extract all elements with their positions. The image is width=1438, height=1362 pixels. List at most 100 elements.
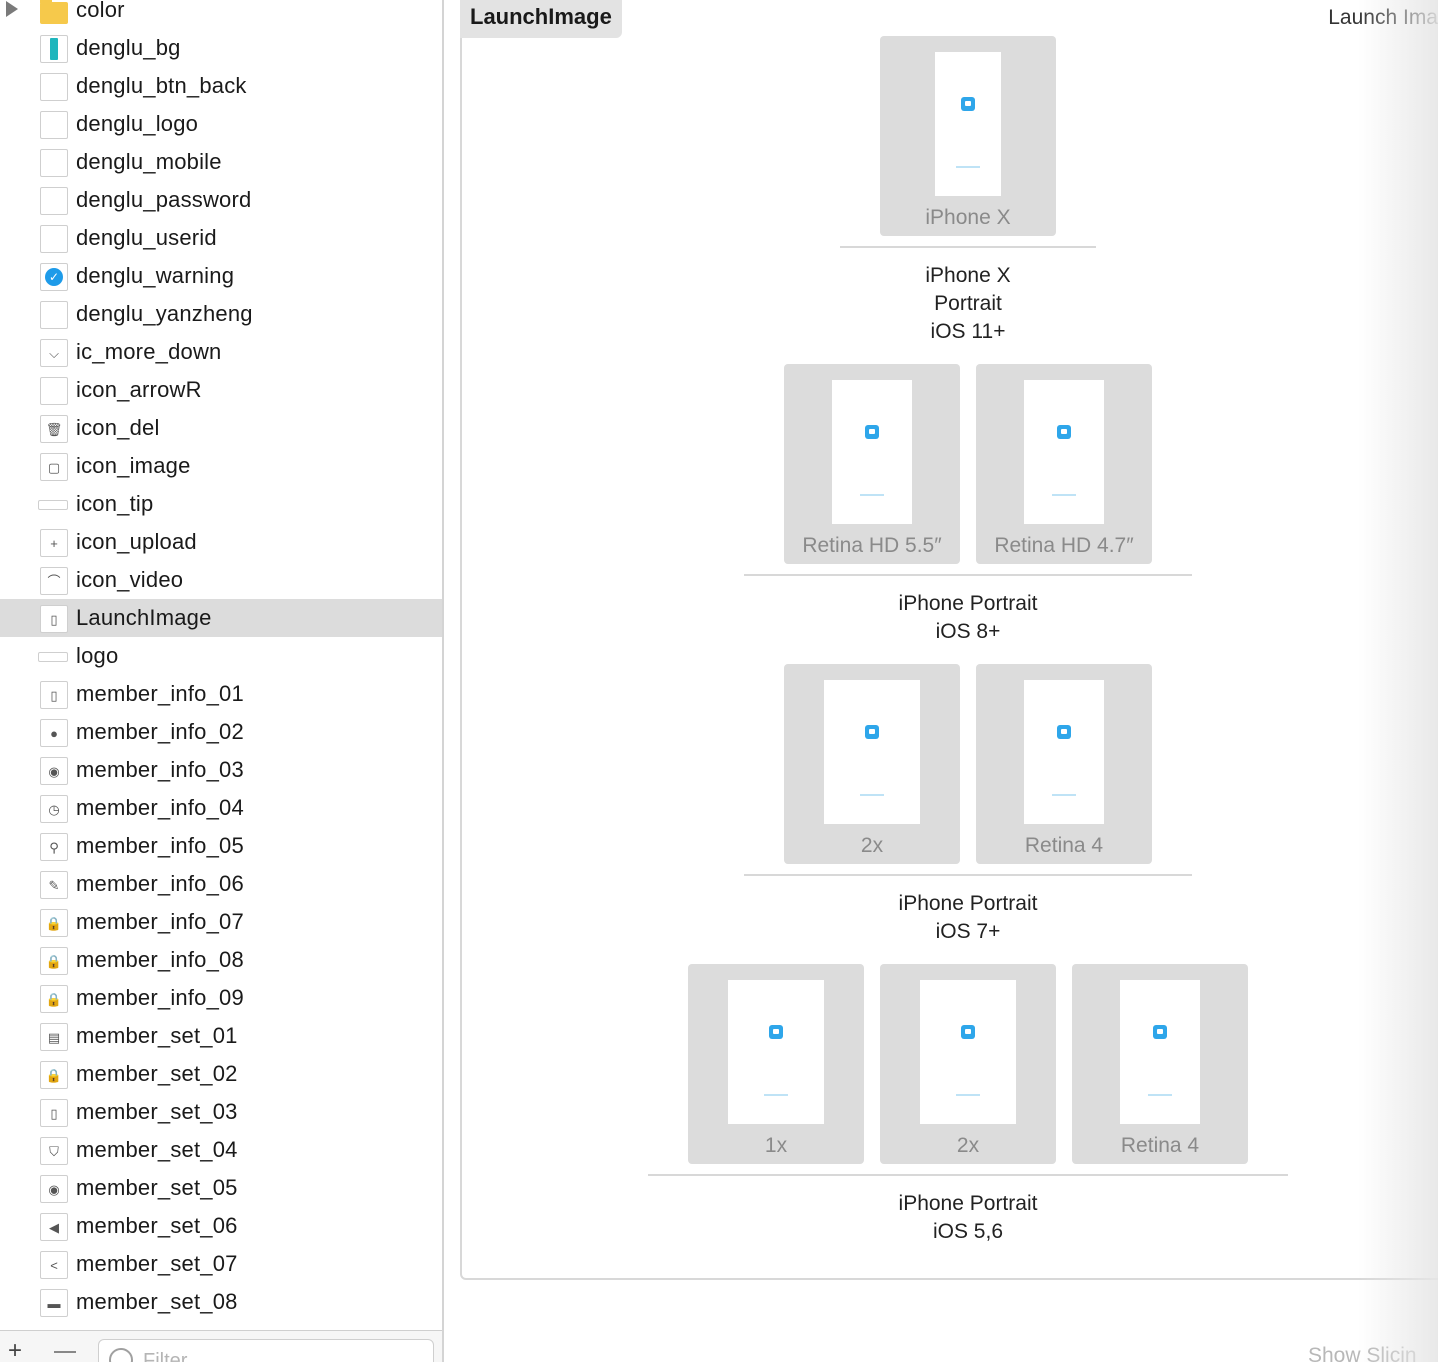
asset-row[interactable]: 🔒 member_info_07 <box>0 903 442 941</box>
asset-row-label: member_info_02 <box>76 719 244 744</box>
asset-row-label: member_info_06 <box>76 871 244 896</box>
lock-icon: 🔒 <box>40 1061 68 1089</box>
launch-screen-preview <box>1024 680 1104 824</box>
footer-line <box>1052 794 1076 796</box>
asset-row-label: member_info_05 <box>76 833 244 858</box>
asset-row[interactable]: ▢ icon_image <box>0 447 442 485</box>
asset-row[interactable]: icon_arrowR <box>0 371 442 409</box>
lock-icon: 🔒 <box>40 985 68 1013</box>
image-slot[interactable]: Retina 4 <box>976 664 1152 864</box>
remove-asset-button[interactable] <box>54 1351 76 1353</box>
asset-row[interactable]: ⛉ member_set_04 <box>0 1131 442 1169</box>
asset-row[interactable]: denglu_userid <box>0 219 442 257</box>
asset-row-label: denglu_userid <box>76 225 217 250</box>
image-slot[interactable]: iPhone X <box>880 36 1056 236</box>
asset-row[interactable]: ◉ member_set_05 <box>0 1169 442 1207</box>
asset-row-label: member_set_04 <box>76 1137 238 1162</box>
asset-row[interactable]: denglu_bg <box>0 29 442 67</box>
phone-icon: ▯ <box>40 681 68 709</box>
group-caption-line: iPhone Portrait <box>898 1192 1038 1215</box>
asset-row[interactable]: 🔒 member_set_02 <box>0 1055 442 1093</box>
group-caption-line: iOS 7+ <box>935 920 1001 943</box>
group-divider <box>744 874 1192 876</box>
phone-icon: ▯ <box>40 1099 68 1127</box>
show-slicing-button[interactable]: Show Slicin <box>1308 1344 1417 1362</box>
plus-icon: + <box>40 529 68 557</box>
asset-row[interactable]: ▯ member_info_01 <box>0 675 442 713</box>
asset-row-label: member_set_03 <box>76 1099 238 1124</box>
asset-row[interactable]: ▬ member_set_08 <box>0 1283 442 1321</box>
asset-list: color denglu_bg denglu_btn_back denglu_logo… <box>0 0 442 1321</box>
asset-row[interactable]: 🔒 member_info_08 <box>0 941 442 979</box>
asset-row-label: color <box>76 0 125 22</box>
asset-row[interactable]: ◀ member_set_06 <box>0 1207 442 1245</box>
footer-line <box>860 794 884 796</box>
filter-icon <box>109 1348 133 1362</box>
asset-row-label: member_set_06 <box>76 1213 238 1238</box>
image-slot[interactable]: 1x <box>688 964 864 1164</box>
group-caption-line: iPhone Portrait <box>898 592 1038 615</box>
asset-row-label: denglu_btn_back <box>76 73 247 98</box>
asset-row[interactable]: ✓ denglu_warning <box>0 257 442 295</box>
asset-row[interactable]: denglu_btn_back <box>0 67 442 105</box>
share-icon: < <box>40 1251 68 1279</box>
disclosure-triangle-icon[interactable] <box>6 1 18 17</box>
asset-row[interactable]: + icon_upload <box>0 523 442 561</box>
asset-row-label: denglu_mobile <box>76 149 222 174</box>
launch-screen-preview <box>728 980 824 1124</box>
asset-row[interactable]: < member_set_07 <box>0 1245 442 1283</box>
asset-row[interactable]: ◉ member_info_03 <box>0 751 442 789</box>
video-icon: ⌒ <box>40 567 68 595</box>
asset-row[interactable]: color <box>0 0 442 29</box>
asset-row[interactable]: icon_tip <box>0 485 442 523</box>
asset-row[interactable]: ◷ member_info_04 <box>0 789 442 827</box>
app-logo-icon <box>865 424 879 439</box>
footer-line <box>764 1094 788 1096</box>
clock-icon: ◷ <box>40 795 68 823</box>
asset-row-label: member_set_08 <box>76 1289 238 1314</box>
launch-screen-preview <box>832 380 912 524</box>
filter-field[interactable]: Filter <box>98 1339 434 1362</box>
asset-row-label: member_set_02 <box>76 1061 238 1086</box>
image-slot[interactable]: Retina 4 <box>1072 964 1248 1164</box>
folder-icon <box>40 0 68 25</box>
image-slot[interactable]: 2x <box>784 664 960 864</box>
asset-row[interactable]: denglu_logo <box>0 105 442 143</box>
image-slot[interactable]: Retina HD 5.5″ <box>784 364 960 564</box>
asset-row[interactable]: ⌒ icon_video <box>0 561 442 599</box>
image-slot[interactable]: 2x <box>880 964 1056 1164</box>
asset-row[interactable]: ⌵ ic_more_down <box>0 333 442 371</box>
asset-row-label: member_info_07 <box>76 909 244 934</box>
asset-row[interactable]: ▯ LaunchImage <box>0 599 442 637</box>
app-logo-icon <box>961 1024 975 1039</box>
asset-row[interactable]: 🔒 member_info_09 <box>0 979 442 1017</box>
asset-row[interactable]: denglu_password <box>0 181 442 219</box>
app-logo-icon <box>1057 724 1071 739</box>
blank-image-icon <box>40 301 68 329</box>
asset-row-label: member_info_01 <box>76 681 244 706</box>
asset-row-label: icon_del <box>76 415 160 440</box>
asset-row[interactable]: denglu_yanzheng <box>0 295 442 333</box>
asset-row[interactable]: logo <box>0 637 442 675</box>
asset-detail-panel: LaunchImage Launch Ima iPhone X iPhone X P… <box>446 0 1438 1362</box>
asset-row[interactable]: ⚲ member_info_05 <box>0 827 442 865</box>
asset-row-label: member_info_04 <box>76 795 244 820</box>
shield-icon: ⛉ <box>40 1137 68 1165</box>
group-caption-line: iPhone X <box>925 264 1011 287</box>
group-caption-line: iOS 5,6 <box>932 1220 1004 1243</box>
blank-image-icon <box>40 111 68 139</box>
asset-row[interactable]: ✎ member_info_06 <box>0 865 442 903</box>
asset-row[interactable]: denglu_mobile <box>0 143 442 181</box>
asset-row-label: denglu_yanzheng <box>76 301 253 326</box>
image-slot[interactable]: Retina HD 4.7″ <box>976 364 1152 564</box>
group-caption-line: iOS 11+ <box>930 320 1006 343</box>
asset-row[interactable]: 🗑 icon_del <box>0 409 442 447</box>
add-asset-button[interactable]: + <box>8 1339 22 1362</box>
asset-row[interactable]: ▤ member_set_01 <box>0 1017 442 1055</box>
edit-icon: ✎ <box>40 871 68 899</box>
launch-screen-preview <box>824 680 920 824</box>
asset-row-label: member_info_08 <box>76 947 244 972</box>
image-thumbnail-teal-icon <box>40 35 68 63</box>
asset-row[interactable]: ● member_info_02 <box>0 713 442 751</box>
asset-row[interactable]: ▯ member_set_03 <box>0 1093 442 1131</box>
